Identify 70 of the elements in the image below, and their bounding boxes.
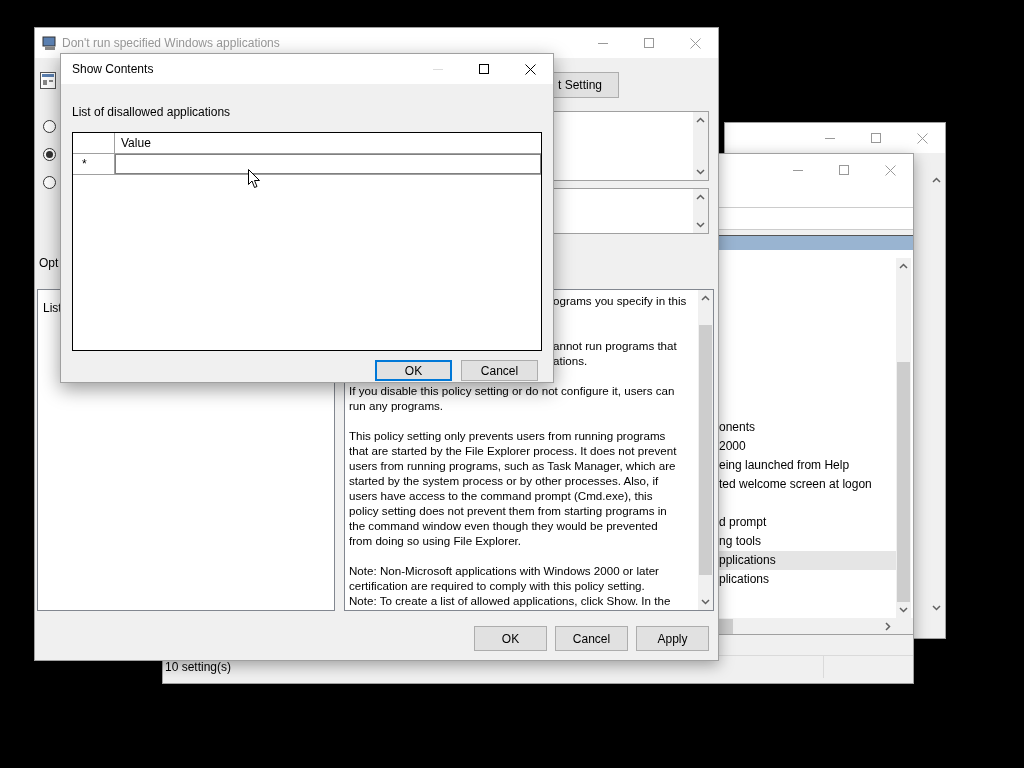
scrollbar[interactable]: [698, 290, 713, 610]
scroll-down-icon[interactable]: [696, 222, 705, 228]
dialog-button[interactable]: Cancel: [461, 360, 538, 381]
close-icon: [884, 164, 896, 176]
help-text-line: policy setting does not prevent them from starting programs in: [349, 504, 667, 517]
policy-list-item[interactable]: ng tools: [719, 532, 896, 551]
values-grid[interactable]: Value *: [72, 132, 542, 351]
list-label: List of disallowed applications: [72, 105, 231, 119]
help-text-line: annot run programs that: [553, 339, 677, 352]
radio-button[interactable]: [43, 176, 56, 189]
minimize-icon: [598, 42, 608, 44]
policy-list-item[interactable]: pplications: [719, 551, 896, 570]
policy-list-item[interactable]: plications: [719, 570, 896, 589]
scroll-down-icon[interactable]: [701, 599, 710, 605]
scroll-up-icon[interactable]: [696, 117, 705, 123]
radio-button[interactable]: [43, 120, 56, 133]
help-text-line: ograms you specify in this: [553, 294, 687, 307]
help-text-line: from doing so using File Explorer.: [349, 534, 522, 547]
maximize-icon: [871, 133, 881, 143]
column-header[interactable]: Value: [115, 133, 541, 153]
help-text-line: This policy setting only prevents users from running programs: [349, 429, 666, 442]
minimize-icon: [825, 137, 835, 139]
scroll-down-icon[interactable]: [932, 605, 941, 611]
help-text-line: certification are required to comply with this policy setting.: [349, 579, 645, 592]
close-icon: [916, 132, 928, 144]
options-text: List: [43, 301, 62, 315]
help-text-line: started by the system process or by other processes. Also, if: [349, 474, 659, 487]
help-text-line: Note: To create a list of allowed applications, click Show. In the: [349, 594, 671, 607]
value-cell[interactable]: [115, 154, 541, 174]
help-text-line: users from running programs, such as Task Manager, which are: [349, 459, 676, 472]
maximize-icon: [839, 165, 849, 175]
computer-icon: [42, 35, 58, 51]
scroll-thumb[interactable]: [719, 618, 733, 634]
options-label: Opt: [39, 256, 59, 270]
scroll-up-icon[interactable]: [701, 295, 710, 301]
maximize-icon: [479, 64, 489, 74]
policy-list-item[interactable]: d prompt: [719, 513, 896, 532]
window-title: Don't run specified Windows applications: [62, 36, 280, 50]
help-text-line: the command window even though they would be prevented: [349, 519, 658, 532]
scroll-up-icon[interactable]: [696, 194, 705, 200]
help-text-line: If you disable this policy setting or do not configure it, users can: [349, 384, 675, 397]
minimize-icon: [433, 68, 443, 70]
close-icon: [524, 63, 536, 75]
policy-list-item[interactable]: ted welcome screen at logon: [719, 475, 896, 494]
radio-button[interactable]: [43, 148, 56, 161]
scroll-down-icon[interactable]: [696, 169, 705, 175]
mouse-pointer-icon: [248, 169, 261, 189]
maximize-icon: [644, 38, 654, 48]
scroll-up-icon[interactable]: [932, 177, 941, 183]
policy-list-item[interactable]: eing launched from Help: [719, 456, 896, 475]
policy-list-item[interactable]: 2000: [719, 437, 896, 456]
status-text: 10 setting(s): [164, 660, 233, 674]
help-text-line: Note: Non-Microsoft applications with Windows 2000 or later: [349, 564, 659, 577]
minimize-icon: [793, 169, 803, 171]
help-text-line: that are started by the File Explorer process. It does not prevent: [349, 444, 677, 457]
help-text-line: ations.: [553, 354, 588, 367]
scroll-right-icon[interactable]: [885, 621, 891, 631]
help-text-line: run any programs.: [349, 399, 444, 412]
scrollbar[interactable]: [896, 258, 911, 618]
close-icon: [689, 37, 701, 49]
scroll-down-icon[interactable]: [899, 607, 908, 613]
dialog-button[interactable]: Cancel: [555, 626, 628, 651]
policy-list-item[interactable]: onents: [719, 418, 896, 437]
dialog-button[interactable]: Apply: [636, 626, 709, 651]
dialog-title: Show Contents: [72, 62, 154, 76]
dialog-button[interactable]: OK: [474, 626, 547, 651]
dialog-button[interactable]: OK: [375, 360, 452, 381]
settings-page-icon: [40, 72, 56, 89]
scroll-up-icon[interactable]: [899, 263, 908, 269]
help-text-line: users have access to the command prompt (Cmd.exe), this: [349, 489, 653, 502]
